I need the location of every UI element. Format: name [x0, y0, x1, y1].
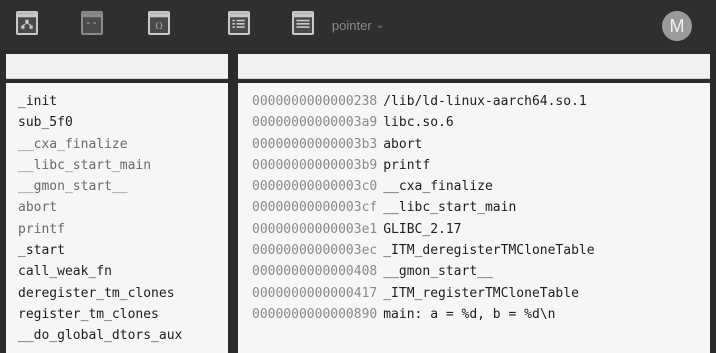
function-item[interactable]: __do_global_dtors_aux [18, 325, 228, 346]
avatar[interactable]: M [662, 11, 692, 41]
string-address: 0000000000000890 [252, 306, 378, 322]
string-row[interactable]: 00000000000003b3 abort [252, 134, 710, 155]
string-address: 00000000000003b9 [252, 157, 378, 173]
window-title[interactable]: pointer ⌄ [0, 0, 716, 50]
function-item[interactable]: __cxa_finalize [18, 134, 228, 155]
string-value: __gmon_start__ [383, 264, 493, 280]
string-address: 0000000000000238 [252, 94, 378, 109]
chevron-down-icon: ⌄ [375, 19, 385, 31]
string-row[interactable]: 0000000000000238/lib/ld-linux-aarch64.so… [252, 91, 710, 112]
strings-list: 0000000000000238/lib/ld-linux-aarch64.so… [238, 83, 710, 353]
function-item[interactable]: _init [18, 91, 228, 112]
function-item[interactable]: deregister_tm_clones [18, 283, 228, 304]
string-value: GLIBC_2.17 [383, 221, 462, 237]
function-item[interactable]: printf [18, 219, 228, 240]
functions-list: _init sub_5f0 __cxa_finalize __libc_start_m… [6, 83, 228, 353]
string-row[interactable]: 0000000000000417 _ITM_registerTMCloneTabl… [252, 283, 710, 304]
string-address: 0000000000000417 [252, 285, 378, 301]
function-item[interactable]: _start [18, 240, 228, 261]
window-title-text: pointer [331, 17, 372, 33]
function-item[interactable]: sub_5f0 [18, 112, 228, 133]
string-address: 00000000000003e1 [252, 221, 378, 237]
string-row[interactable]: 00000000000003e1 GLIBC_2.17 [252, 219, 710, 240]
string-value: main: a = %d, b = %d\n [383, 306, 556, 322]
string-address: 00000000000003ec [252, 243, 378, 259]
function-item[interactable]: register_tm_clones [18, 304, 228, 325]
strings-header [238, 54, 710, 79]
string-value: _ITM_registerTMCloneTable [383, 285, 579, 301]
function-item[interactable]: __libc_start_main [18, 155, 228, 176]
string-value: printf [383, 157, 431, 173]
string-value: __cxa_finalize [383, 179, 493, 195]
function-item[interactable]: abort [18, 197, 228, 218]
string-row[interactable]: 00000000000003cf __libc_start_main [252, 197, 710, 218]
string-row[interactable]: 00000000000003ec _ITM_deregisterTMCloneTa… [252, 240, 710, 261]
string-address: 0000000000000408 [252, 264, 378, 280]
string-value: abort [383, 136, 423, 152]
string-address: 00000000000003cf [252, 200, 378, 216]
string-address: 00000000000003c0 [252, 179, 378, 195]
function-item[interactable]: __gmon_start__ [18, 176, 228, 197]
string-address: 00000000000003b3 [252, 136, 378, 152]
string-value: libc.so.6 [383, 115, 454, 131]
functions-header [6, 54, 228, 79]
toolbar: {} pointer ⌄ M [0, 0, 716, 50]
string-value: _ITM_deregisterTMCloneTable [383, 243, 595, 259]
string-row[interactable]: 0000000000000408 __gmon_start__ [252, 261, 710, 282]
string-row[interactable]: 00000000000003c0 __cxa_finalize [252, 176, 710, 197]
string-row[interactable]: 0000000000000890 main: a = %d, b = %d\n [252, 304, 710, 325]
string-value: /lib/ld-linux-aarch64.so.1 [383, 94, 587, 109]
string-row[interactable]: 00000000000003b9 printf [252, 155, 710, 176]
function-item[interactable]: call_weak_fn [18, 261, 228, 282]
string-address: 00000000000003a9 [252, 115, 378, 131]
string-value: __libc_start_main [383, 200, 517, 216]
string-row[interactable]: 00000000000003a9 libc.so.6 [252, 112, 710, 133]
